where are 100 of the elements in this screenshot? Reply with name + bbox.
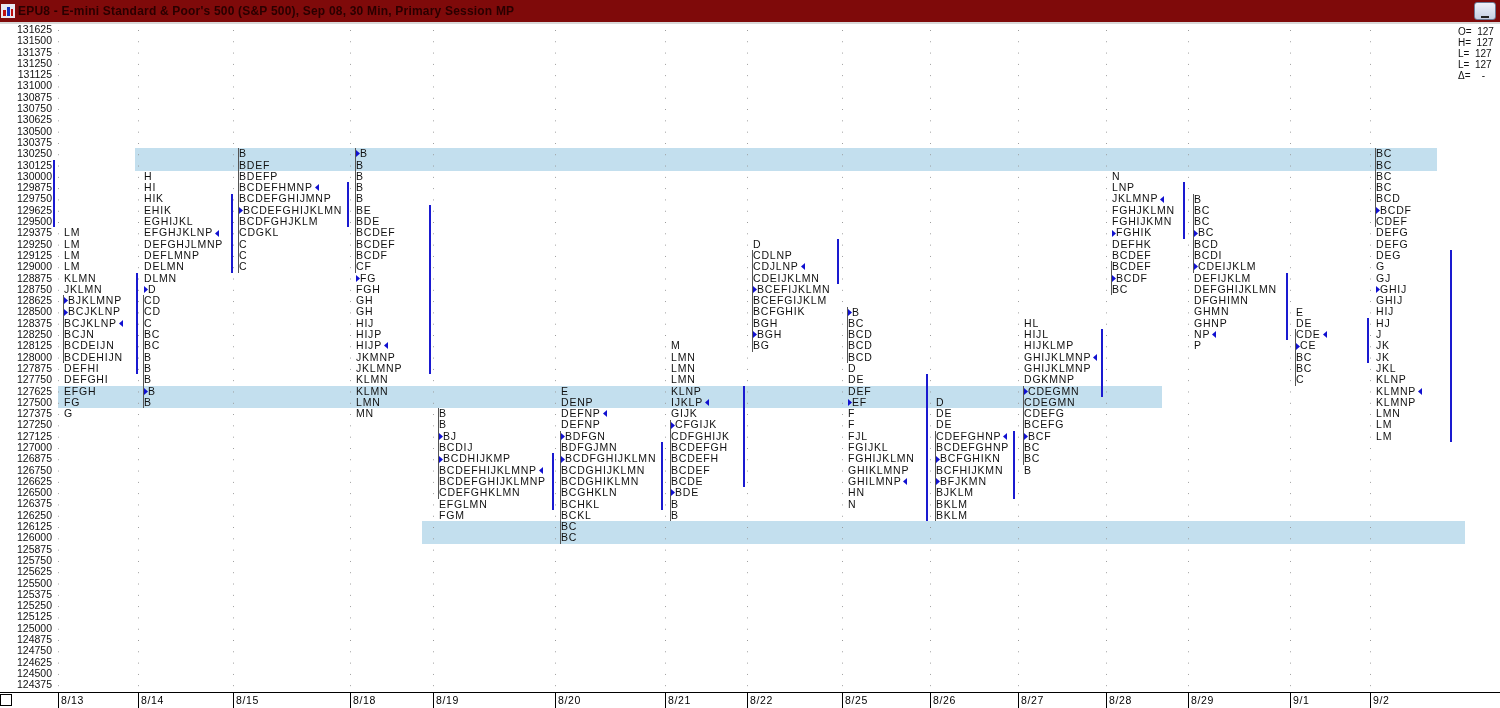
tpo-letters: BC bbox=[1024, 442, 1041, 454]
date-label: 9/1 bbox=[1290, 693, 1370, 708]
tpo-letters: BCDEFH bbox=[671, 453, 719, 465]
tpo-letters: M bbox=[671, 340, 681, 352]
price-label: 126875 bbox=[15, 453, 53, 465]
price-label: 131625 bbox=[15, 24, 53, 36]
tpo-letters: BDE bbox=[675, 487, 699, 499]
tpo-letters: BCDIJ bbox=[439, 442, 474, 454]
tpo-letters: BCEFIJKLMN bbox=[757, 283, 831, 296]
tpo-letters: B bbox=[239, 148, 247, 160]
tpo-letters: BCDEIJN bbox=[64, 340, 115, 352]
tpo-letters: LM bbox=[1376, 419, 1393, 431]
tpo-letters: BCHKL bbox=[561, 498, 600, 510]
tpo-letters: CDGKL bbox=[239, 227, 280, 239]
date-label: 8/19 bbox=[433, 693, 555, 708]
tpo-letters: DEFNP bbox=[561, 408, 601, 420]
tpo-letters: B bbox=[148, 385, 156, 397]
tpo-letters: B bbox=[144, 362, 152, 375]
price-label: 127125 bbox=[15, 430, 53, 442]
tpo-letters: B bbox=[852, 306, 860, 318]
tpo-letters: DEFGHI bbox=[64, 374, 109, 386]
tpo-letters: BE bbox=[356, 204, 372, 217]
tpo-letters: LM bbox=[64, 238, 81, 250]
tpo-letters: DEG bbox=[1376, 249, 1402, 262]
tpo-letters: J bbox=[1376, 329, 1383, 341]
price-label: 130250 bbox=[15, 148, 53, 160]
price-label: 129625 bbox=[15, 204, 53, 217]
tpo-letters: LM bbox=[1376, 430, 1393, 442]
tpo-letters: BCF bbox=[1028, 430, 1052, 443]
price-label: 125125 bbox=[15, 611, 53, 623]
tpo-letters: D bbox=[848, 363, 857, 375]
tpo-letters: BCDE bbox=[671, 475, 704, 488]
tpo-letters: BC bbox=[561, 521, 578, 533]
tpo-letters: E bbox=[561, 385, 569, 397]
app-icon bbox=[1, 4, 15, 18]
tpo-letters: BKLM bbox=[936, 509, 968, 522]
price-label: 128750 bbox=[15, 283, 53, 296]
price-label: 128500 bbox=[15, 306, 53, 318]
minimize-button[interactable] bbox=[1474, 2, 1496, 20]
tpo-letters: GJ bbox=[1376, 272, 1392, 284]
tpo-letters: CD bbox=[144, 295, 161, 307]
tpo-letters: LM bbox=[64, 250, 81, 262]
price-label: 127500 bbox=[15, 396, 53, 409]
price-label: 131250 bbox=[15, 57, 53, 70]
tpo-letters: JK bbox=[1376, 351, 1390, 363]
tpo-letters: BJ bbox=[443, 430, 457, 443]
tpo-letters: BC bbox=[848, 317, 865, 330]
tpo-letters: BJKLM bbox=[936, 487, 974, 499]
tpo-letters: BCDF bbox=[1116, 272, 1148, 284]
quote-line: O= 127 bbox=[1458, 26, 1495, 37]
tpo-letters: BCDEF bbox=[356, 227, 396, 239]
price-label: 125500 bbox=[15, 577, 53, 589]
tpo-letters: DEFLMNP bbox=[144, 249, 200, 262]
tpo-letters: KLMN bbox=[356, 374, 389, 386]
tpo-letters: P bbox=[1194, 340, 1202, 352]
price-label: 126625 bbox=[15, 475, 53, 488]
tpo-letters: CDFGHIJK bbox=[671, 430, 730, 443]
tpo-letters: JKMNP bbox=[356, 351, 396, 363]
tpo-letters: BCDEFHIJKLMNP bbox=[439, 464, 537, 476]
tpo-letters: DEFGHJLMNP bbox=[144, 238, 224, 250]
price-label: 129750 bbox=[15, 193, 53, 205]
quote-line: H= 127 bbox=[1458, 37, 1495, 48]
tpo-letters: BCDEFGH bbox=[671, 442, 728, 454]
price-label: 130000 bbox=[15, 170, 53, 183]
tpo-letters: BC bbox=[1376, 170, 1393, 183]
tpo-letters: FGHIK bbox=[1116, 227, 1153, 239]
date-label: 8/28 bbox=[1106, 693, 1188, 708]
tpo-letters: BCDEFGHIJMNP bbox=[239, 193, 332, 205]
quote-line: L= 127 bbox=[1458, 48, 1493, 59]
tpo-letters: BDFGJMN bbox=[561, 442, 618, 454]
tpo-letters: EFGHJKLNP bbox=[144, 227, 214, 239]
tpo-letters: LMN bbox=[1376, 408, 1401, 420]
tpo-letters: BCD bbox=[848, 329, 873, 341]
tpo-letters: BDE bbox=[356, 216, 380, 228]
price-label: 126000 bbox=[15, 532, 53, 544]
tpo-letters: FG bbox=[360, 272, 377, 284]
tpo-letters: C bbox=[1296, 374, 1305, 386]
tpo-letters: N bbox=[1112, 170, 1121, 183]
tpo-letters: BCDEF bbox=[671, 464, 711, 476]
tpo-letters: FGHIJKLMN bbox=[848, 453, 915, 465]
tpo-letters: KLMN bbox=[64, 272, 97, 284]
price-label: 128375 bbox=[15, 317, 53, 329]
tpo-letters: DELMN bbox=[144, 261, 185, 273]
price-label: 127750 bbox=[15, 374, 53, 386]
price-label: 126250 bbox=[15, 509, 53, 522]
tpo-letters: BCDEFGHNP bbox=[936, 442, 1010, 454]
price-label: 127625 bbox=[15, 385, 53, 397]
tpo-letters: LMN bbox=[356, 396, 381, 409]
price-label: 124625 bbox=[15, 656, 53, 668]
tpo-letters: H bbox=[144, 170, 153, 183]
tpo-letters: HIJ bbox=[1376, 306, 1395, 318]
tpo-letters: BCDI bbox=[1194, 250, 1223, 262]
tpo-letters: BFJKMN bbox=[940, 475, 987, 488]
tpo-letters: DLMN bbox=[144, 272, 177, 284]
tpo-letters: MN bbox=[356, 408, 374, 420]
tpo-letters: BCDF bbox=[1380, 204, 1412, 217]
tpo-letters: BCFHIJKMN bbox=[936, 464, 1004, 476]
tpo-letters: C bbox=[239, 249, 248, 262]
tpo-letters: KLMNP bbox=[1376, 396, 1417, 409]
tpo-letters: JK bbox=[1376, 340, 1390, 352]
